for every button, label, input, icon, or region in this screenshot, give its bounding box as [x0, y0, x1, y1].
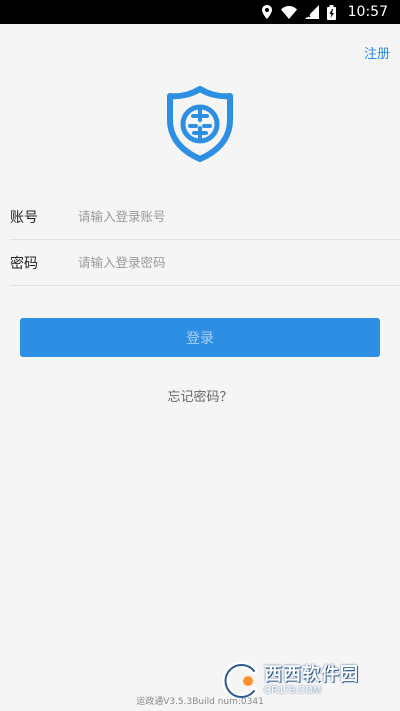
account-row: 账号	[10, 194, 400, 240]
password-row: 密码	[10, 240, 400, 286]
status-bar: 10:57	[0, 0, 400, 24]
shield-logo-icon	[166, 86, 234, 162]
battery-charging-icon	[326, 4, 336, 20]
register-link[interactable]: 注册	[364, 43, 390, 62]
location-icon	[261, 5, 273, 19]
account-label: 账号	[10, 209, 38, 226]
password-label: 密码	[10, 255, 38, 272]
forgot-password-link[interactable]: 忘记密码？	[0, 386, 400, 405]
version-text: 运政通V3.5.3Build num:0341	[136, 697, 264, 707]
login-button[interactable]: 登录	[20, 318, 380, 357]
status-time: 10:57	[347, 4, 388, 20]
password-input[interactable]	[66, 255, 400, 270]
signal-icon	[304, 5, 319, 19]
watermark-main-text: 西西软件园	[264, 664, 359, 685]
account-input[interactable]	[66, 209, 400, 224]
wifi-icon	[280, 5, 297, 19]
